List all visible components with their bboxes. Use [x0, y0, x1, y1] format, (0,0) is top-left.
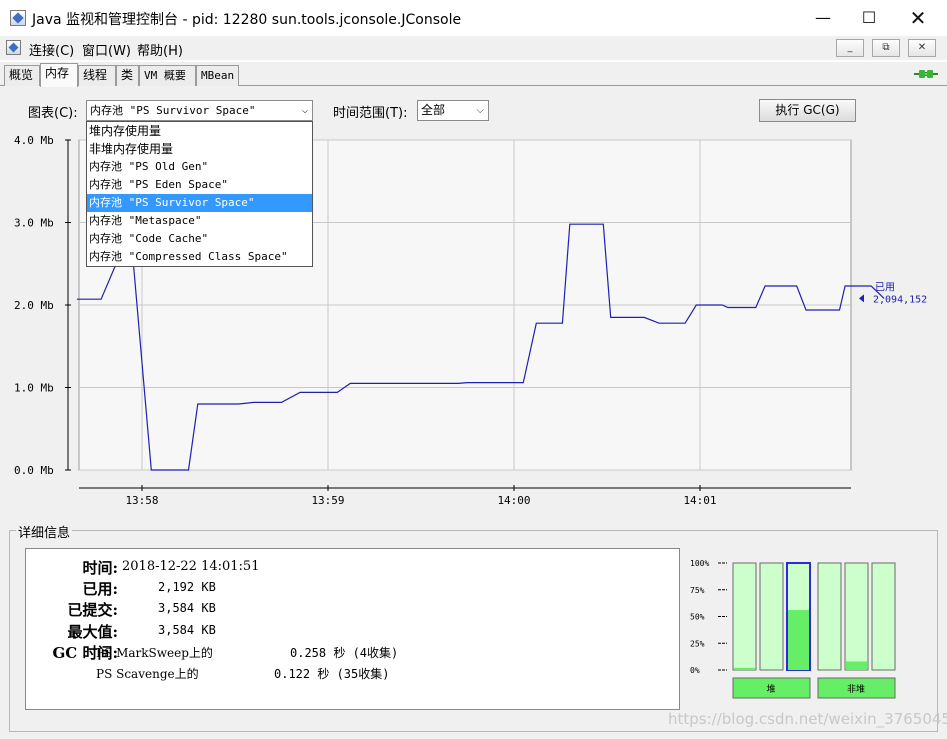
- x-tick-label: 14:01: [683, 494, 716, 507]
- used-value: 2,192 KB: [158, 580, 216, 594]
- tab-mbean[interactable]: MBean: [196, 65, 239, 86]
- details-info: 时间: 2018-12-22 14:01:51 已用: 2,192 KB 已提交…: [25, 548, 680, 710]
- tab-bar: 概览 内存 线程 类 VM 概要 MBean: [0, 62, 947, 87]
- y-tick-label: 1.0 Mb: [14, 382, 54, 395]
- time-range-label: 时间范围(T):: [333, 106, 408, 121]
- title-bar: Java 监视和管理控制台 - pid: 12280 sun.tools.jco…: [0, 0, 947, 36]
- committed-key: 已提交:: [67, 601, 118, 619]
- maximize-button[interactable]: ☐: [846, 0, 892, 36]
- gc-row-marksweep-value: 0.258 秒 (4收集): [290, 646, 399, 660]
- tab-memory[interactable]: 内存: [40, 63, 78, 87]
- menu-window[interactable]: 窗口(W): [82, 40, 131, 59]
- tab-classes[interactable]: 类: [116, 65, 139, 86]
- time-value: 2018-12-22 14:01:51: [122, 559, 260, 574]
- pool-y-tick-label: 75%: [690, 586, 705, 595]
- pool-bar-track[interactable]: [817, 562, 842, 671]
- pool-y-tick-label: 100%: [690, 559, 709, 568]
- pool-bar-fill: [846, 661, 867, 670]
- pool-bar-track[interactable]: [844, 562, 869, 671]
- connection-plug-icon: [914, 70, 938, 78]
- pool-bar-track[interactable]: [732, 562, 757, 671]
- pool-y-tick-label: 0%: [690, 666, 700, 675]
- x-tick-label: 14:00: [497, 494, 530, 507]
- gc-row-marksweep-name: PS MarkSweep上的: [96, 646, 213, 660]
- minimize-button[interactable]: —: [800, 0, 846, 36]
- max-key: 最大值:: [67, 623, 118, 641]
- series-current-value: 2,094,152: [873, 294, 927, 305]
- chart-label: 图表(C):: [28, 106, 78, 121]
- memory-pool-bars: 100% 75% 50% 25% 0% 堆 非堆: [690, 559, 896, 699]
- time-range-value: 全部: [421, 103, 446, 117]
- pool-y-tick-label: 50%: [690, 613, 705, 622]
- perform-gc-button[interactable]: 执行 GC(G): [759, 99, 856, 122]
- tab-overview[interactable]: 概览: [4, 65, 40, 86]
- heap-group-label: 堆: [766, 684, 775, 695]
- chart-select[interactable]: 内存池 "PS Survivor Space" ⌵: [86, 100, 313, 121]
- pool-bar-track[interactable]: [871, 562, 896, 671]
- tab-vm-summary[interactable]: VM 概要: [139, 65, 196, 86]
- nonheap-group-label: 非堆: [847, 683, 865, 695]
- time-range-select[interactable]: 全部 ⌵: [417, 100, 489, 121]
- x-tick-label: 13:59: [311, 494, 344, 507]
- gc-row-scavenge-value: 0.122 秒 (35收集): [274, 667, 390, 681]
- details-title: 详细信息: [16, 522, 73, 541]
- pool-y-tick-label: 25%: [690, 639, 705, 648]
- tab-threads[interactable]: 线程: [78, 65, 116, 86]
- pool-bar-track[interactable]: [759, 562, 784, 671]
- x-tick-label: 13:58: [125, 494, 158, 507]
- frame-restore-button[interactable]: ⧉: [872, 39, 900, 57]
- gc-row-scavenge-name: PS Scavenge上的: [96, 667, 199, 681]
- dropdown-option[interactable]: 堆内存使用量: [87, 122, 312, 140]
- dropdown-option[interactable]: 内存池 "PS Eden Space": [87, 176, 312, 194]
- y-tick-label: 0.0 Mb: [14, 464, 54, 477]
- time-key: 时间:: [82, 559, 118, 577]
- frame-close-button[interactable]: ✕: [908, 39, 936, 57]
- menu-help[interactable]: 帮助(H): [137, 40, 183, 59]
- used-key: 已用:: [82, 580, 118, 598]
- chart-dropdown-list: 堆内存使用量 非堆内存使用量 内存池 "PS Old Gen" 内存池 "PS Ede…: [86, 121, 313, 267]
- dropdown-option[interactable]: 非堆内存使用量: [87, 140, 312, 158]
- internal-frame-icon[interactable]: [6, 40, 21, 55]
- series-label: 已用: [875, 282, 895, 293]
- memory-tab-content: 图表(C): 内存池 "PS Survivor Space" ⌵ 时间范围(T)…: [0, 86, 947, 739]
- y-tick-label: 3.0 Mb: [14, 217, 54, 230]
- y-tick-label: 4.0 Mb: [14, 134, 54, 147]
- pool-bar-fill: [734, 667, 755, 670]
- menu-bar: 连接(C) 窗口(W) 帮助(H) _ ⧉ ✕: [0, 36, 947, 60]
- frame-minimize-button[interactable]: _: [836, 39, 864, 57]
- window-title: Java 监视和管理控制台 - pid: 12280 sun.tools.jco…: [32, 12, 462, 28]
- dropdown-option[interactable]: 内存池 "Code Cache": [87, 230, 312, 248]
- java-app-icon: [10, 10, 26, 26]
- max-value: 3,584 KB: [158, 623, 216, 637]
- y-tick-label: 2.0 Mb: [14, 299, 54, 312]
- dropdown-option[interactable]: 内存池 "Metaspace": [87, 212, 312, 230]
- chart-select-value: 内存池 "PS Survivor Space": [90, 104, 256, 117]
- chevron-down-icon: ⌵: [476, 105, 484, 116]
- pool-bar-fill: [788, 610, 809, 670]
- watermark-text: https://blog.csdn.net/weixin_37650458: [668, 710, 947, 728]
- close-button[interactable]: ✕: [895, 0, 941, 36]
- chevron-down-icon: ⌵: [301, 105, 308, 116]
- current-value-marker: [859, 294, 864, 303]
- menu-connect[interactable]: 连接(C): [29, 40, 74, 59]
- dropdown-option[interactable]: 内存池 "PS Old Gen": [87, 158, 312, 176]
- dropdown-option[interactable]: 内存池 "PS Survivor Space": [87, 194, 312, 212]
- dropdown-option[interactable]: 内存池 "Compressed Class Space": [87, 248, 312, 266]
- committed-value: 3,584 KB: [158, 601, 216, 615]
